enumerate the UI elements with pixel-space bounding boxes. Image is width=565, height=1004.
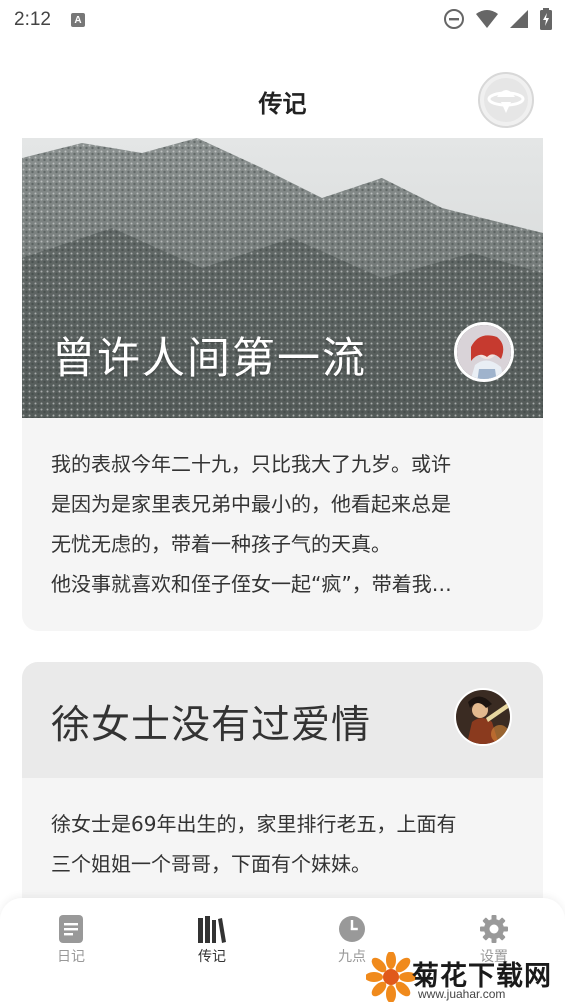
chrysanthemum-logo-icon (366, 952, 416, 1002)
nav-tab-biography[interactable]: 传记 (172, 914, 252, 966)
a-letter-icon: A (70, 13, 85, 27)
biography-card[interactable]: 曾许人间第一流 我的表叔今年二十九，只比我大了九岁。或许 是因为是家里表兄弟中最… (22, 138, 543, 631)
nav-label: 传记 (198, 949, 226, 965)
card-excerpt: 徐女士是69年出生的，家里排行老五，上面有 三个姐姐一个哥哥，下面有个妹妹。 (22, 778, 543, 884)
status-bar: 2:12 A (0, 0, 565, 40)
nav-label: 九点 (338, 949, 366, 965)
gear-icon (480, 915, 508, 943)
card-excerpt: 我的表叔今年二十九，只比我大了九岁。或许 是因为是家里表兄弟中最小的，他看起来总… (22, 418, 543, 604)
profile-avatar-button[interactable] (478, 72, 534, 128)
nav-label: 日记 (57, 949, 85, 965)
excerpt-line: 无忧无虑的，带着一种孩子气的天真。 (51, 532, 391, 556)
author-avatar-image (456, 690, 510, 744)
page-header: 传记 (0, 70, 565, 130)
card-header: 徐女士没有过爱情 (22, 662, 543, 778)
clock-icon (339, 916, 365, 942)
document-icon (59, 915, 83, 943)
nav-tab-diary[interactable]: 日记 (31, 914, 111, 966)
card-title: 徐女士没有过爱情 (51, 703, 372, 748)
planet-ufo-icon (484, 78, 528, 122)
do-not-disturb-icon (444, 9, 464, 29)
author-avatar[interactable] (454, 688, 512, 746)
excerpt-line: 他没事就喜欢和侄子侄女一起“疯”，带着我… (51, 572, 452, 596)
battery-charging-icon (540, 8, 552, 30)
excerpt-line: 是因为是家里表兄弟中最小的，他看起来总是 (51, 492, 451, 516)
status-time: 2:12 (14, 9, 51, 30)
books-icon (198, 916, 226, 943)
cover-image: 曾许人间第一流 (22, 138, 543, 418)
wifi-icon (476, 10, 498, 28)
excerpt-line: 三个姐姐一个哥哥，下面有个妹妹。 (51, 852, 371, 876)
status-icons (443, 8, 553, 30)
card-title: 曾许人间第一流 (52, 334, 367, 384)
watermark: 菊花下载网 www.juahar.com (366, 950, 565, 1004)
author-avatar[interactable] (454, 322, 514, 382)
watermark-url: www.juahar.com (418, 987, 506, 1001)
excerpt-line: 徐女士是69年出生的，家里排行老五，上面有 (51, 812, 457, 836)
signal-icon (510, 10, 528, 28)
excerpt-line: 我的表叔今年二十九，只比我大了九岁。或许 (51, 452, 451, 476)
